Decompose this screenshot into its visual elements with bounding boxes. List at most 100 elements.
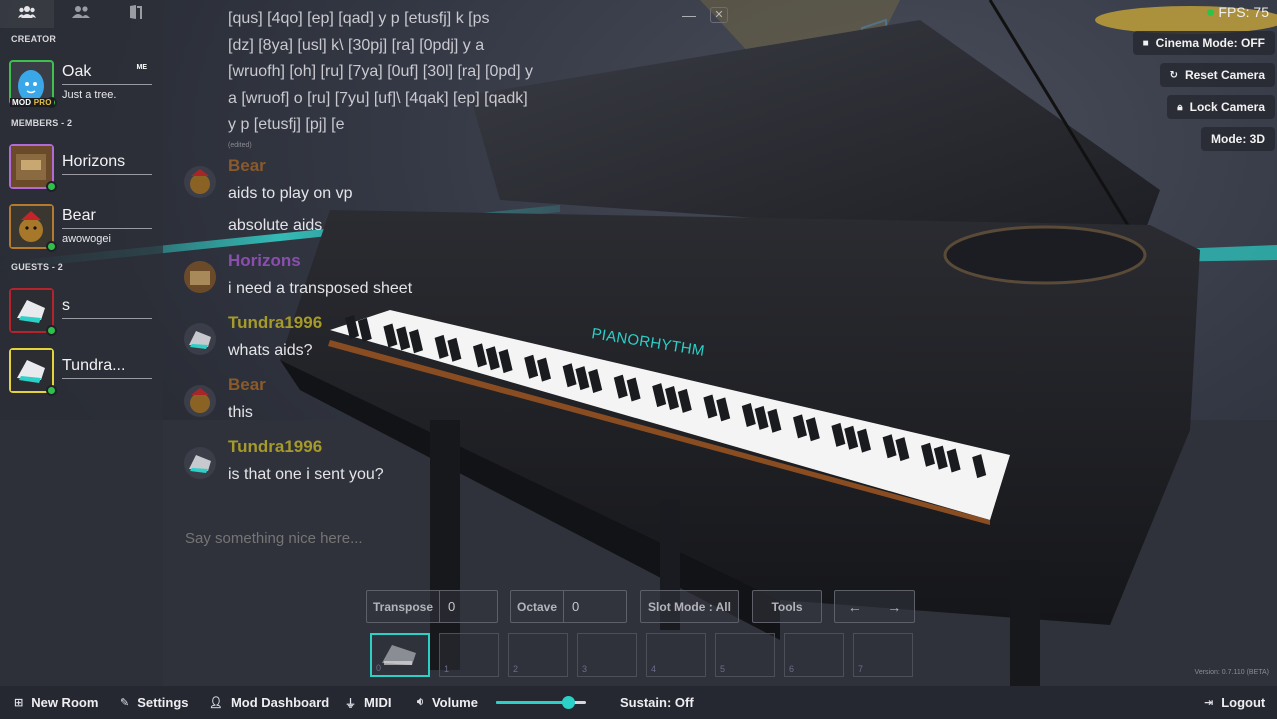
instrument-slot-3[interactable]: 3 [577,633,637,677]
instrument-slot-1[interactable]: 1 [439,633,499,677]
slot-nav-control: ← → [834,590,915,623]
chat-text: is that one i sent you? [228,466,384,483]
user-gear-icon: 👤︎ [209,697,223,709]
close-icon[interactable]: ✕ [710,7,728,23]
chat-input[interactable] [185,530,565,547]
friends-tab[interactable] [54,0,108,28]
reset-icon: ↻ [1169,69,1178,81]
avatar [184,261,216,293]
avatar [9,143,57,192]
instrument-slot-4[interactable]: 4 [646,633,706,677]
midi-button[interactable]: ⏚ MIDI [345,695,391,711]
instrument-slot-2[interactable]: 2 [508,633,568,677]
user-row-bear[interactable]: Bear awowogei [0,196,163,256]
volume-label: Volume [431,695,478,710]
fps-status-dot [1207,9,1215,16]
guests-header: GUESTS - 2 [11,262,64,272]
chat-text: this [228,404,253,421]
fps-counter: FPS: 75 [1207,4,1269,20]
avatar [184,323,216,355]
chat-panel: [qus] [4qo] [ep] [qad] y p [etusfj] k [p… [170,0,728,500]
new-room-button[interactable]: ⊞ New Room [14,695,98,710]
volume-slider-knob[interactable] [561,696,575,709]
chat-text: whats aids? [228,342,313,359]
new-room-label: New Room [31,695,99,710]
horizons-avatar-image [11,145,52,187]
instrument-slot-7[interactable]: 7 [853,633,913,677]
chat-line: [dz] [8ya] [usl] k\ [30pj] [ra] [0pdj] y… [228,36,485,54]
chat-text: i need a transposed sheet [228,280,413,297]
rooms-tab[interactable] [109,0,163,28]
users-sidebar: CREATOR MOD PRO Oak Just a tree. ME MEMB… [0,0,163,686]
slot-number: 6 [789,664,795,674]
slot-number: 0 [376,663,382,673]
creator-header: CREATOR [11,34,57,44]
octave-label: Octave [517,599,558,614]
user-row-creator[interactable]: MOD PRO Oak Just a tree. ME [0,52,163,112]
volume-slider-fill [496,701,568,704]
tools-button[interactable]: Tools [752,590,822,623]
user-row-s[interactable]: s [0,280,163,340]
mod-dashboard-label: Mod Dashboard [230,695,330,710]
chat-line: y p [etusfj] [pj] [e [228,116,345,133]
user-name: Bear [62,207,152,229]
chat-text: absolute aids [228,217,323,234]
instrument-slot-0[interactable]: 0 [370,633,430,677]
arrow-right-icon[interactable]: → [887,599,901,615]
settings-button[interactable]: ✎ Settings [120,695,189,710]
slot-number: 7 [858,664,864,674]
logout-label: Logout [1221,695,1266,710]
reset-camera-label: Reset Camera [1184,68,1265,82]
mod-dashboard-button[interactable]: 👤︎ Mod Dashboard [209,695,329,710]
octave-input[interactable]: 0 [563,591,625,622]
plus-square-icon: ⊞ [14,697,24,709]
slot-number: 4 [651,664,657,674]
piano-avatar-image [11,349,52,391]
blob-avatar-image [18,69,44,102]
chat-username: Horizons [228,251,301,270]
user-row-tundra[interactable]: Tundra... [0,340,163,400]
sustain-label: Sustain: Off [620,695,694,710]
logout-button[interactable]: ⇥ Logout [1204,695,1265,710]
chat-history-message: [qus] [4qo] [ep] [qad] y p [etusfj] k [p… [228,6,573,139]
chat-username: Tundra1996 [228,313,323,332]
tools-label: Tools [771,599,803,614]
reset-camera-button[interactable]: ↻ Reset Camera [1159,63,1275,87]
members-header: MEMBERS - 2 [11,118,73,128]
mod-badge: MOD [12,98,32,107]
fps-label: FPS: 75 [1218,4,1269,20]
chat-username: Tundra1996 [228,437,323,456]
user-row-horizons[interactable]: Horizons [0,136,163,196]
online-status-dot [46,180,57,192]
minimize-icon[interactable]: — [682,7,696,23]
midi-label: MIDI [364,695,392,710]
online-status-dot [46,384,57,396]
cinema-mode-button[interactable]: ■ Cinema Mode: OFF [1132,31,1275,55]
bottom-toolbar: ⊞ New Room ✎ Settings 👤︎ Mod Dashboard ⏚… [0,686,1277,719]
octave-control[interactable]: Octave 0 [510,590,627,623]
me-badge: ME [136,64,148,71]
camera-mode-label: Mode: 3D [1211,132,1265,146]
sustain-toggle[interactable]: Sustain: Off [620,695,694,710]
piano-avatar-image [11,289,52,331]
slot-mode-button[interactable]: Slot Mode : All [640,590,739,623]
friends-icon [72,5,91,24]
video-camera-icon: ■ [1142,37,1149,49]
lock-camera-button[interactable]: 🔒︎ Lock Camera [1167,95,1275,119]
transpose-control[interactable]: Transpose 0 [366,590,498,623]
slot-number: 2 [513,664,519,674]
camera-mode-button[interactable]: Mode: 3D [1201,127,1275,151]
sidebar-tabs [0,0,163,28]
chat-line: [qus] [4qo] [ep] [qad] y p [etusfj] k [p… [228,10,490,27]
volume-slider[interactable] [496,696,586,709]
users-tab[interactable] [0,0,55,28]
arrow-left-icon[interactable]: ← [848,599,862,615]
instrument-slot-6[interactable]: 6 [784,633,844,677]
role-badges: MOD PRO [10,98,54,107]
transpose-input[interactable]: 0 [439,591,497,622]
instrument-slot-5[interactable]: 5 [715,633,775,677]
version-label: Version: 0.7.110 (BETA) [1194,669,1269,676]
avatar [184,166,216,198]
user-name: s [62,297,152,319]
user-status: awowogei [62,233,111,245]
